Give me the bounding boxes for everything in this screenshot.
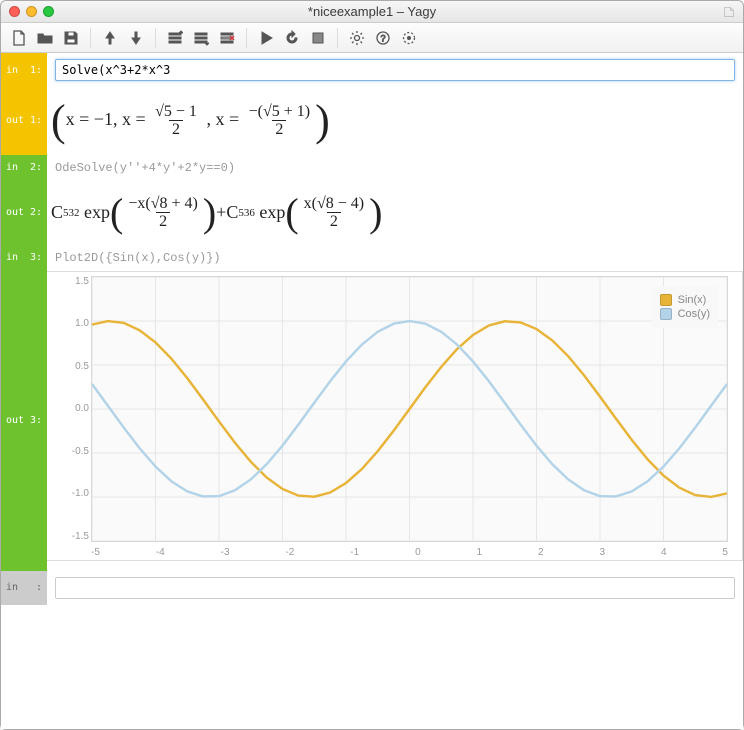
proxy-icon: [723, 6, 735, 18]
insert-below-button[interactable]: [189, 26, 213, 50]
cell-input-1[interactable]: [55, 59, 735, 81]
open-file-button[interactable]: [33, 26, 57, 50]
titlebar: *niceexample1 – Yagy: [1, 1, 743, 23]
notebook-content: in 1: out 1: ( x = −1, x = √5 − 12 , x =…: [1, 53, 743, 729]
cell-code-2[interactable]: OdeSolve(y''+4*y'+2*y==0): [47, 155, 743, 181]
legend-label: Cos(y): [678, 308, 710, 320]
new-file-button[interactable]: [7, 26, 31, 50]
cell-out-2: out 2: C532 exp ( −x(√8 + 4)2 ) + C536 e…: [1, 181, 743, 245]
cell-input-blank[interactable]: [55, 577, 735, 599]
cell-in-3: in 3: Plot2D({Sin(x),Cos(y)}): [1, 245, 743, 271]
toolbar-separator: [155, 28, 156, 48]
run-button[interactable]: [254, 26, 278, 50]
delete-cell-button[interactable]: [215, 26, 239, 50]
settings-button[interactable]: [345, 26, 369, 50]
move-up-button[interactable]: [98, 26, 122, 50]
y-axis-ticks: 1.51.00.50.0-0.5-1.0-1.5: [59, 276, 89, 542]
cell-out-1: out 1: ( x = −1, x = √5 − 12 , x = −(√5 …: [1, 87, 743, 155]
cell-in-2: in 2: OdeSolve(y''+4*y'+2*y==0): [1, 155, 743, 181]
app-window: *niceexample1 – Yagy: [0, 0, 744, 730]
cell-label: in 2:: [1, 155, 47, 181]
legend-item-sin: Sin(x): [660, 294, 710, 306]
reload-button[interactable]: [280, 26, 304, 50]
cell-label: in :: [1, 571, 47, 605]
plot-output: 1.51.00.50.0-0.5-1.0-1.5 -5-4-3-2-101234…: [47, 271, 743, 561]
toolbar: ?: [1, 23, 743, 53]
svg-text:?: ?: [380, 33, 385, 43]
cell-label: in 3:: [1, 245, 47, 271]
stop-button[interactable]: [306, 26, 330, 50]
x-axis-ticks: -5-4-3-2-1012345: [91, 547, 728, 558]
cell-label: in 1:: [1, 53, 47, 87]
math-output-2: C532 exp ( −x(√8 + 4)2 ) + C536 exp ( x(…: [47, 181, 743, 245]
toolbar-separator: [246, 28, 247, 48]
legend-label: Sin(x): [678, 294, 707, 306]
cell-label: out 3:: [1, 271, 47, 571]
cell-in-1: in 1:: [1, 53, 743, 87]
target-button[interactable]: [397, 26, 421, 50]
math-output-1: ( x = −1, x = √5 − 12 , x = −(√5 + 1)2 ): [47, 87, 743, 155]
cell-in-blank: in :: [1, 571, 743, 605]
cell-out-3: out 3: 1.51.00.50.0-0.5-1.0-1.5 -5-4-3-2…: [1, 271, 743, 571]
legend-swatch-icon: [660, 308, 672, 320]
legend-item-cos: Cos(y): [660, 308, 710, 320]
cell-label: out 1:: [1, 87, 47, 155]
legend-swatch-icon: [660, 294, 672, 306]
window-title: *niceexample1 – Yagy: [1, 4, 743, 19]
cell-code-3[interactable]: Plot2D({Sin(x),Cos(y)}): [47, 245, 743, 271]
plot-svg: [92, 277, 727, 541]
save-file-button[interactable]: [59, 26, 83, 50]
plot-area: [91, 276, 728, 542]
insert-above-button[interactable]: [163, 26, 187, 50]
plot-legend: Sin(x) Cos(y): [652, 286, 718, 328]
toolbar-separator: [90, 28, 91, 48]
move-down-button[interactable]: [124, 26, 148, 50]
cell-label: out 2:: [1, 181, 47, 245]
help-button[interactable]: ?: [371, 26, 395, 50]
toolbar-separator: [337, 28, 338, 48]
